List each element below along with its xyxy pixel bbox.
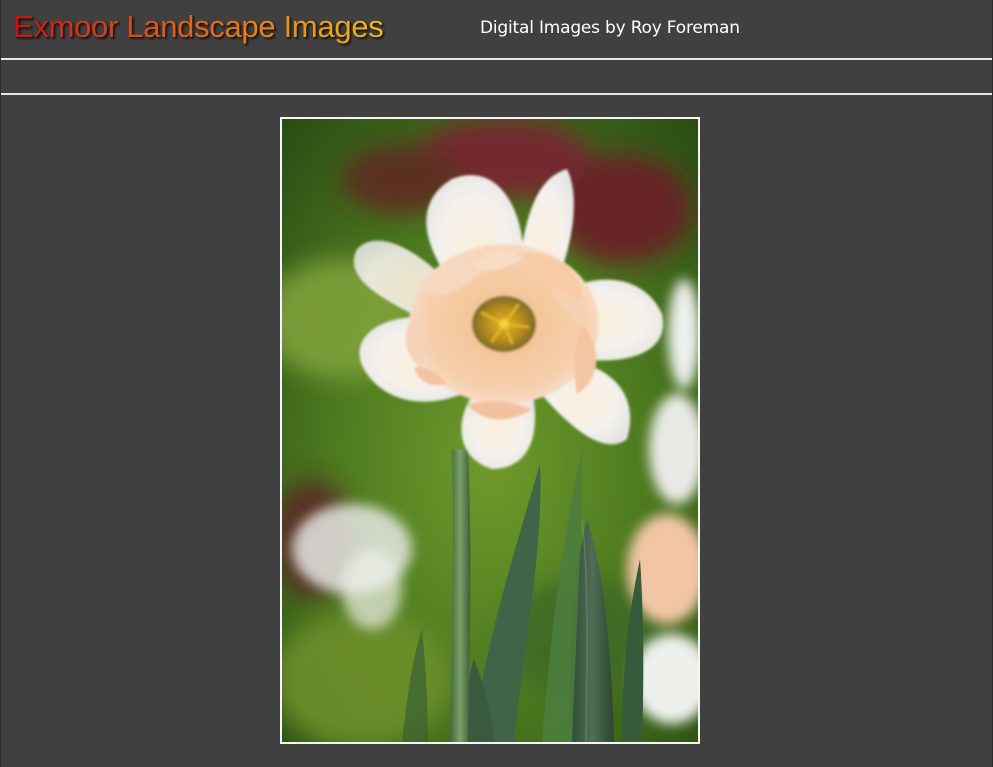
- site-header: Exmoor Landscape Images Digital Images b…: [1, 0, 992, 60]
- daffodil-photo: [282, 119, 698, 742]
- photo-frame: [280, 117, 700, 744]
- nav-bar: [1, 60, 992, 95]
- site-subtitle: Digital Images by Roy Foreman: [480, 18, 740, 38]
- site-title[interactable]: Exmoor Landscape Images: [13, 9, 384, 45]
- page: Exmoor Landscape Images Digital Images b…: [0, 0, 993, 767]
